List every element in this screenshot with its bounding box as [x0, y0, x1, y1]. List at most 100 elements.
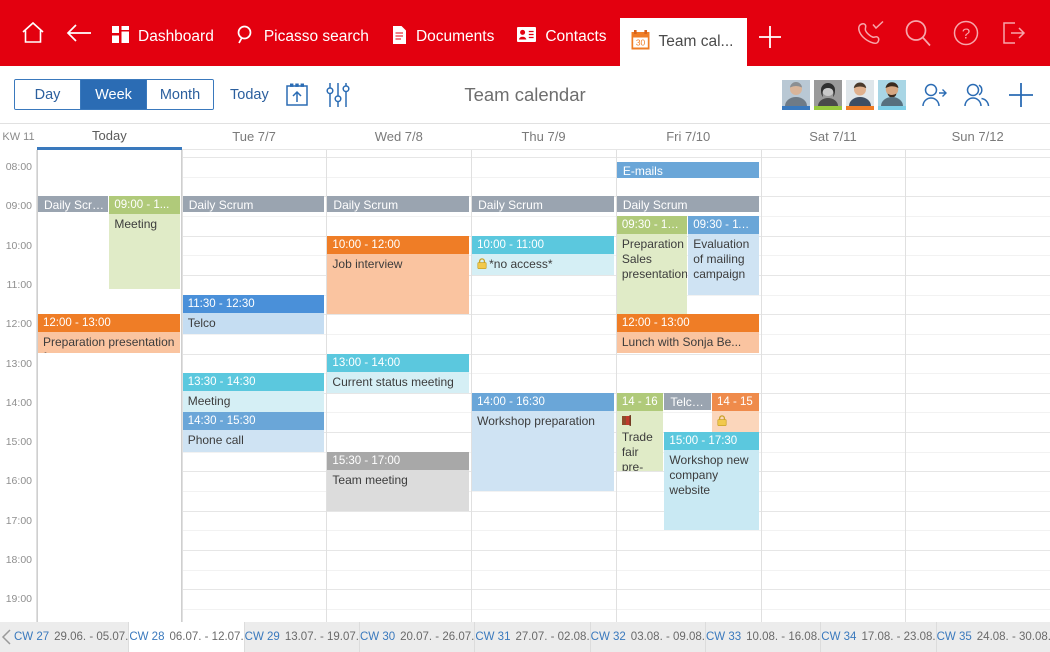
day-column[interactable] [905, 150, 1050, 622]
event-tue-phone-call[interactable]: 14:30 - 15:30 Phone call [182, 412, 325, 452]
event-mon-daily-scrum[interactable]: Daily Scrum [38, 196, 109, 213]
event-wed-daily-scrum[interactable]: Daily Scrum [327, 196, 470, 213]
avatar-user-1[interactable] [782, 79, 810, 110]
nav-tab-contacts[interactable]: Contacts [507, 13, 619, 61]
view-week-button[interactable]: Week [81, 80, 147, 109]
hour-label: 09:00 [5, 200, 32, 213]
day-header-thu[interactable]: Thu 7/9 [471, 124, 616, 150]
event-tue-telco[interactable]: 11:30 - 12:30 Telco [182, 294, 325, 334]
svg-text:?: ? [962, 26, 970, 43]
day-header-row: KW 11 Today Tue 7/7 Wed 7/8 Thu 7/9 Fri … [0, 124, 1050, 150]
day-header-sat[interactable]: Sat 7/11 [760, 124, 906, 150]
avatar-user-3[interactable] [846, 79, 874, 110]
event-thu-no-access[interactable]: 10:00 - 11:00 *no access* [472, 235, 614, 275]
nav-tab-documents[interactable]: Documents [382, 13, 507, 61]
event-fri-telco[interactable]: Telco: ... [664, 392, 711, 411]
day-column[interactable] [761, 150, 906, 622]
event-header: 14 - 16 [616, 392, 664, 411]
dashboard-icon [112, 26, 129, 48]
hour-label: 17:00 [5, 514, 32, 527]
event-title: Trade fair pre-paration [617, 411, 664, 471]
event-fri-trade-fair-preparation[interactable]: 14 - 16Trade fair pre-paration [616, 392, 664, 472]
event-title: Preparation Sales presentation [621, 236, 688, 281]
nav-tab-picasso-search[interactable]: Picasso search [227, 13, 382, 61]
event-mon-meeting[interactable]: 09:00 - 1... Meeting [109, 196, 180, 289]
event-fri-lunch-sonja[interactable]: 12:00 - 13:00 Lunch with Sonja Be... [616, 314, 759, 354]
plus-icon[interactable] [1006, 80, 1036, 110]
event-header: Daily Scrum [38, 196, 109, 213]
event-header: 12:00 - 13:00 [616, 314, 759, 333]
event-fri-workshop-new-company-website[interactable]: 15:00 - 17:30 Workshop new company websit… [664, 432, 759, 531]
event-fri-evaluation-mailing-campaign[interactable]: 09:30 - 11:30 Evaluation of mailing campa… [688, 215, 759, 295]
event-fri-no-access[interactable]: 14 - 15*no... [712, 392, 759, 433]
event-title: Current status meeting [332, 374, 454, 389]
day-header-tue[interactable]: Tue 7/7 [181, 124, 327, 150]
search-icon[interactable] [894, 5, 942, 61]
calendar-grid[interactable]: 08:00 09:00 10:00 11:00 12:00 13:00 14:00 15:00… [0, 150, 1050, 622]
phone-icon[interactable] [846, 5, 894, 61]
avatar-user-4[interactable] [878, 79, 906, 110]
week-strip-item[interactable]: CW 27 29.06. - 05.07. [14, 622, 130, 652]
hour-label: 08:00 [5, 161, 32, 173]
event-wed-job-interview[interactable]: 10:00 - 12:00 Job interview [327, 235, 470, 315]
week-strip-item[interactable]: CW 35 24.08. - 30.08. [937, 622, 1050, 652]
hour-label: 19:00 [5, 593, 32, 606]
event-header: Telco: ... [664, 392, 711, 411]
filter-sliders-icon[interactable] [325, 81, 351, 109]
add-person-icon[interactable] [920, 82, 948, 108]
view-month-button[interactable]: Month [147, 80, 213, 109]
event-fri-emails[interactable]: E-mails [616, 161, 759, 178]
week-strip-item[interactable]: CW 31 27.07. - 02.08. [475, 622, 591, 652]
export-calendar-icon[interactable] [285, 82, 309, 108]
help-icon[interactable]: ? [942, 5, 990, 61]
event-thu-daily-scrum[interactable]: Daily Scrum [472, 196, 614, 213]
nav-tab-picasso-search-label: Picasso search [263, 28, 369, 45]
day-header-wed[interactable]: Wed 7/8 [326, 124, 472, 150]
view-day-button[interactable]: Day [15, 80, 81, 109]
top-nav-right-group: ? [846, 0, 1050, 66]
event-tue-meeting[interactable]: 13:30 - 14:30 Meeting [182, 373, 325, 413]
event-fri-daily-scrum[interactable]: Daily Scrum [616, 196, 759, 213]
lock-icon [717, 415, 727, 430]
event-wed-current-status-meeting[interactable]: 13:00 - 14:00 Current status meeting [327, 353, 470, 393]
week-strip-item[interactable]: CW 33 10.08. - 16.08. [706, 622, 822, 652]
day-column[interactable] [471, 150, 616, 622]
week-strip-item[interactable]: CW 29 13.07. - 19.07. [245, 622, 360, 652]
day-header-fri[interactable]: Fri 7/10 [615, 124, 761, 150]
event-header: Daily Scrum [182, 196, 325, 213]
add-tab-button[interactable] [747, 13, 793, 61]
week-strip-item[interactable]: CW 28 06.07. - 12.07. [129, 622, 245, 652]
nav-tab-dashboard[interactable]: Dashboard [102, 13, 227, 61]
event-thu-workshop-preparation[interactable]: 14:00 - 16:30 Workshop preparation [472, 392, 614, 492]
avatar-user-2[interactable] [814, 79, 842, 110]
week-strip-range-label: 24.08. - 30.08. [976, 631, 1050, 643]
day-header-sun[interactable]: Sun 7/12 [905, 124, 1050, 150]
hour-label: 11:00 [6, 278, 33, 291]
day-header-today[interactable]: Today [37, 124, 182, 150]
event-fri-preparation-sales-presentation[interactable]: 09:30 - 12:00 Preparation Sales presentat… [616, 215, 688, 315]
event-title: *no access* [472, 254, 614, 275]
calendar-toolbar: Day Week Month Today Team calendar [0, 66, 1050, 124]
event-header: 09:00 - 1... [109, 196, 180, 215]
home-icon[interactable] [10, 7, 56, 59]
week-strip-item[interactable]: CW 30 20.07. - 26.07. [360, 622, 476, 652]
time-gutter: 08:00 09:00 10:00 11:00 12:00 13:00 14:00 15:00… [0, 150, 37, 622]
group-people-icon[interactable] [962, 82, 992, 108]
hour-label: 14:00 [5, 396, 32, 409]
back-arrow-icon[interactable] [56, 7, 102, 59]
event-title: Evaluation of mailing campaign [693, 236, 750, 281]
event-title: Meeting [114, 217, 158, 232]
logout-icon[interactable] [990, 5, 1038, 61]
hour-label: 18:00 [5, 554, 32, 566]
nav-tab-team-calendar[interactable]: 30 Team cal... [619, 18, 748, 66]
week-strip-prev-button[interactable] [0, 622, 14, 652]
event-title: Preparation presentation f... [43, 335, 175, 353]
event-mon-preparation-presentation[interactable]: 12:00 - 13:00 Preparation presentation f.… [38, 314, 180, 354]
event-wed-team-meeting[interactable]: 15:30 - 17:00 Team meeting [327, 451, 470, 511]
today-button[interactable]: Today [230, 87, 269, 103]
event-header: Daily Scrum [616, 196, 759, 213]
week-strip-item[interactable]: CW 32 03.08. - 09.08. [591, 622, 706, 652]
week-strip-item[interactable]: CW 34 17.08. - 23.08. [821, 622, 937, 652]
event-tue-daily-scrum[interactable]: Daily Scrum [182, 196, 325, 213]
event-title: Job interview [332, 256, 403, 271]
